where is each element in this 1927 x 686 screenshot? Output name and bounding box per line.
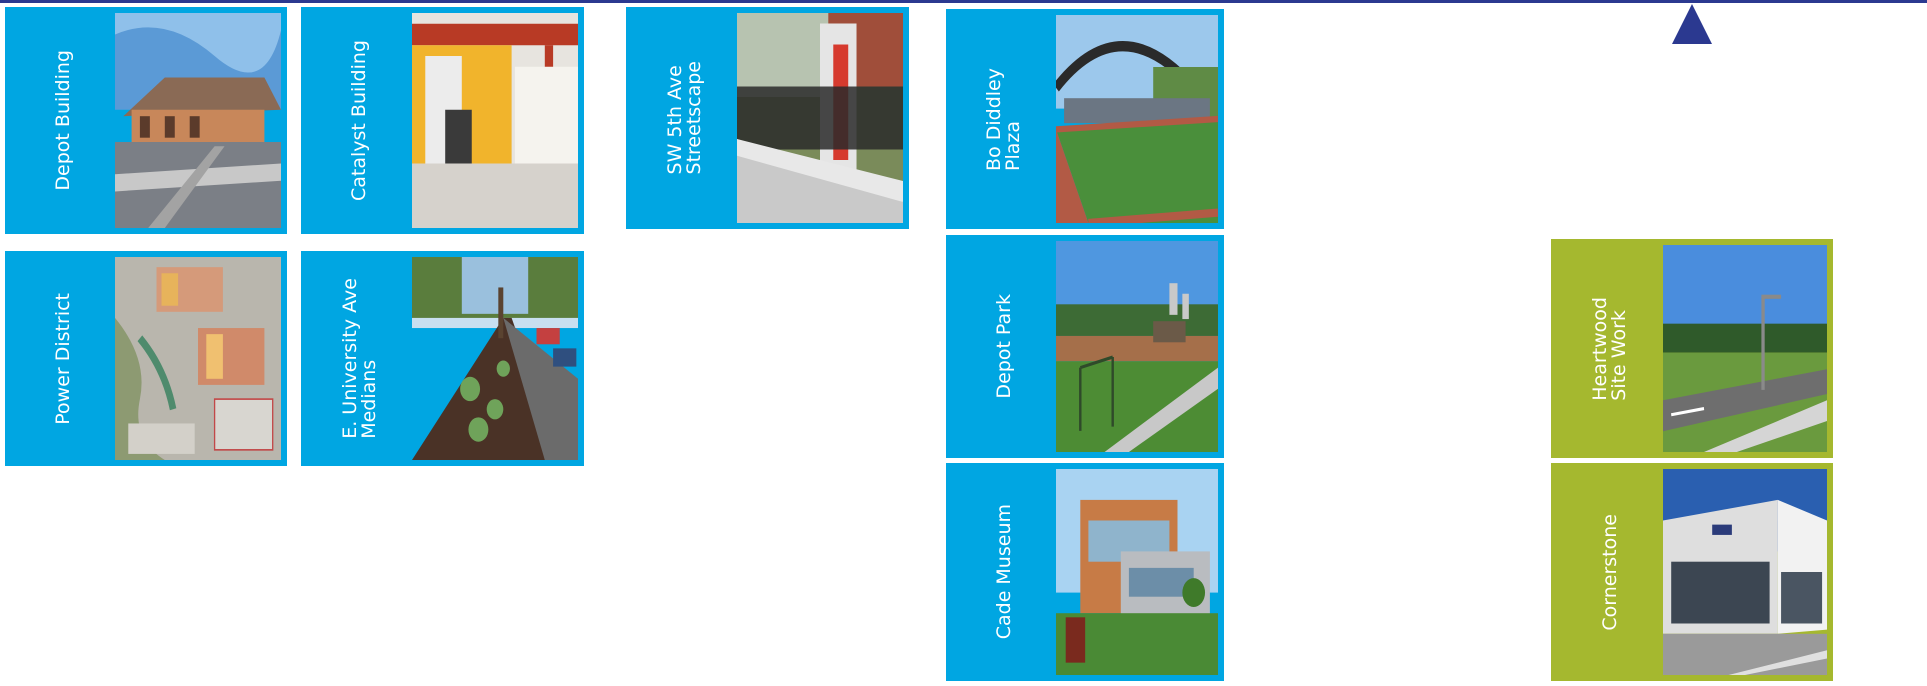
card-e-university-ave-medians[interactable]: E. University Ave Medians xyxy=(301,251,584,466)
card-label: Catalyst Building xyxy=(348,40,370,201)
card-label: Bo Diddley Plaza xyxy=(983,67,1024,171)
museum-building-photo xyxy=(1056,469,1218,675)
card-depot-building[interactable]: Depot Building xyxy=(5,7,287,234)
card-label: Cornerstone xyxy=(1598,513,1621,631)
card-catalyst-building[interactable]: Catalyst Building xyxy=(301,7,584,234)
building-entrance-photo xyxy=(412,13,578,228)
park-playground-photo xyxy=(1056,241,1218,452)
card-label: Heartwood Site Work xyxy=(1589,296,1630,401)
card-label: Depot Park xyxy=(992,294,1015,399)
card-label: Power District xyxy=(51,292,74,425)
card-label: Depot Building xyxy=(51,50,74,191)
train-depot-photo xyxy=(115,13,281,228)
card-bo-diddley-plaza[interactable]: Bo Diddley Plaza xyxy=(946,9,1224,229)
streetscape-sign-photo xyxy=(737,13,903,223)
road-site-work-photo xyxy=(1663,245,1827,452)
office-building-photo xyxy=(1663,469,1827,675)
up-triangle-icon xyxy=(1672,4,1712,44)
card-label: Cade Museum xyxy=(992,504,1015,640)
card-cornerstone[interactable]: Cornerstone xyxy=(1551,463,1833,681)
site-plan-map-photo xyxy=(115,257,281,460)
card-depot-park[interactable]: Depot Park xyxy=(946,235,1224,458)
street-median-photo xyxy=(412,257,578,460)
card-label: SW 5th Ave Streetscape xyxy=(663,61,705,175)
plaza-canopy-photo xyxy=(1056,15,1218,223)
card-cade-museum[interactable]: Cade Museum xyxy=(946,463,1224,681)
card-heartwood-site-work[interactable]: Heartwood Site Work xyxy=(1551,239,1833,458)
top-rule xyxy=(0,0,1927,3)
card-sw-5th-ave-streetscape[interactable]: SW 5th Ave Streetscape xyxy=(626,7,909,229)
card-power-district[interactable]: Power District xyxy=(5,251,287,466)
card-label: E. University Ave Medians xyxy=(338,278,380,439)
